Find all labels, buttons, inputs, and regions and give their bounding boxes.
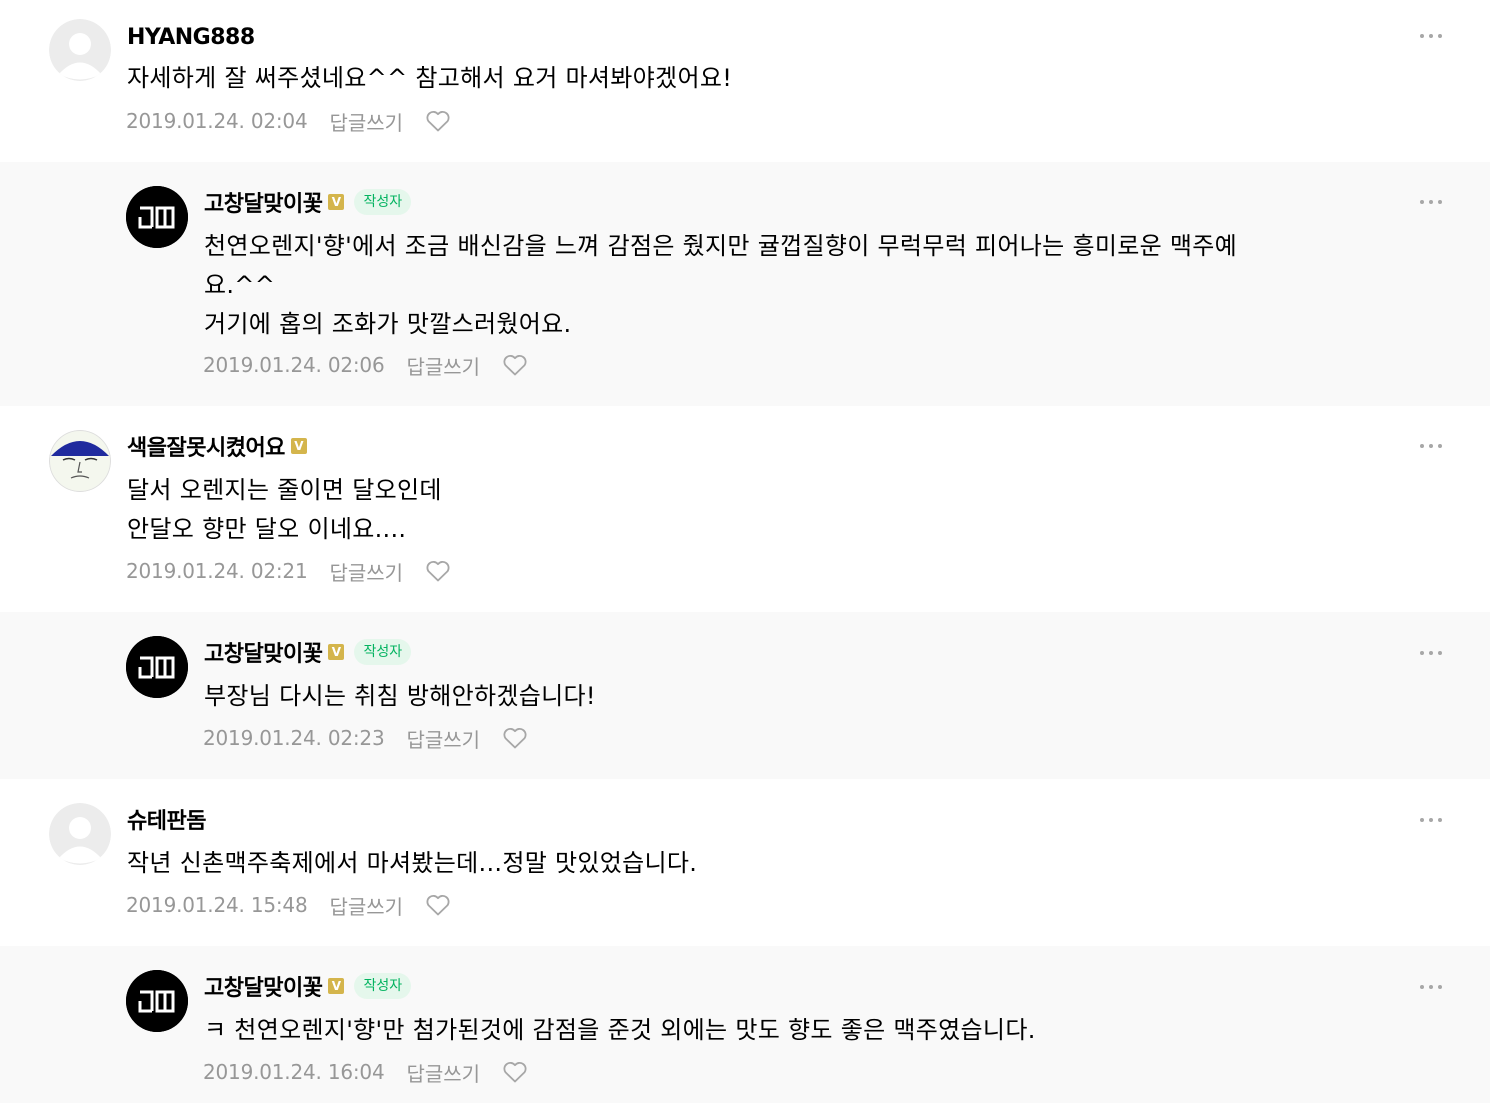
blog-logo[interactable] (126, 970, 188, 1032)
comment-author[interactable]: 슈테판돔 (127, 803, 206, 835)
more-options-icon[interactable] (1420, 648, 1444, 658)
verified-badge: V (328, 644, 345, 660)
comment-date: 2019.01.24. 02:23 (203, 726, 385, 750)
comment-author-row: 고창달맞이꽃 V 작성자 (204, 186, 412, 218)
heart-icon[interactable] (502, 1060, 528, 1084)
reply-comment-item: 고창달맞이꽃 V 작성자 천연오렌지'향'에서 조금 배신감을 느껴 감점은 줬… (0, 162, 1490, 406)
blog-logo[interactable] (126, 636, 188, 698)
comment-author-row: 고창달맞이꽃 V 작성자 (204, 970, 412, 1002)
post-author-badge: 작성자 (354, 639, 412, 665)
comment-meta: 2019.01.24. 16:04 답글쓰기 (203, 1057, 528, 1087)
more-options-icon[interactable] (1420, 815, 1444, 825)
more-options-icon[interactable] (1420, 982, 1444, 992)
heart-icon[interactable] (502, 353, 528, 377)
comment-author-row: HYANG888 (127, 22, 255, 52)
reply-button[interactable]: 답글쓰기 (329, 107, 403, 136)
comment-text: 천연오렌지'향'에서 조금 배신감을 느껴 감점은 줬지만 귤껍질향이 무럭무럭… (204, 232, 1238, 338)
comment-text: 작년 신촌맥주축제에서 마셔봤는데...정말 맛있었습니다. (127, 849, 698, 877)
comment-meta: 2019.01.24. 02:06 답글쓰기 (203, 350, 528, 380)
reply-button[interactable]: 답글쓰기 (406, 724, 480, 753)
heart-icon[interactable] (425, 893, 451, 917)
more-options-icon[interactable] (1420, 197, 1444, 207)
comment-list: HYANG888 자세하게 잘 써주셨네요^^ 참고해서 요거 마셔봐야겠어요!… (0, 0, 1490, 1103)
more-options-icon[interactable] (1420, 31, 1444, 41)
cartoon-face-avatar[interactable] (49, 430, 111, 492)
reply-comment-item: 고창달맞이꽃 V 작성자 ㅋ 천연오렌지'향'만 첨가된것에 감점을 준것 외에… (0, 946, 1490, 1103)
comment-date: 2019.01.24. 15:48 (126, 893, 308, 917)
comment-date: 2019.01.24. 02:06 (203, 353, 385, 377)
comment-text: ㅋ 천연오렌지'향'만 첨가된것에 감점을 준것 외에는 맛도 향도 좋은 맥주… (204, 1016, 1036, 1044)
comment-author[interactable]: 고창달맞이꽃 (204, 186, 323, 218)
comment-author-row: 슈테판돔 (127, 804, 206, 834)
comment-author-row: 고창달맞이꽃 V 작성자 (204, 636, 412, 668)
comment-item: 슈테판돔 작년 신촌맥주축제에서 마셔봤는데...정말 맛있었습니다. 2019… (0, 779, 1490, 946)
heart-icon[interactable] (425, 109, 451, 133)
comment-meta: 2019.01.24. 02:23 답글쓰기 (203, 723, 528, 753)
comment-meta: 2019.01.24. 15:48 답글쓰기 (126, 890, 451, 920)
reply-button[interactable]: 답글쓰기 (329, 891, 403, 920)
post-author-badge: 작성자 (354, 973, 412, 999)
verified-badge: V (328, 194, 345, 210)
comment-author-row: 색을잘못시켰어요 V (127, 431, 307, 461)
comment-item: HYANG888 자세하게 잘 써주셨네요^^ 참고해서 요거 마셔봐야겠어요!… (0, 0, 1490, 162)
comment-date: 2019.01.24. 02:21 (126, 559, 308, 583)
heart-icon[interactable] (425, 559, 451, 583)
heart-icon[interactable] (502, 726, 528, 750)
comment-text: 부장님 다시는 취침 방해안하겠습니다! (204, 682, 596, 710)
reply-button[interactable]: 답글쓰기 (329, 557, 403, 586)
comment-text: 달서 오렌지는 줄이면 달오인데 안달오 향만 달오 이네요.... (127, 476, 442, 543)
verified-badge: V (290, 438, 307, 454)
default-profile-icon[interactable] (49, 803, 111, 865)
post-author-badge: 작성자 (354, 189, 412, 215)
default-profile-icon[interactable] (49, 19, 111, 81)
comment-author[interactable]: 고창달맞이꽃 (204, 970, 323, 1002)
comment-item: 색을잘못시켰어요 V 달서 오렌지는 줄이면 달오인데 안달오 향만 달오 이네… (0, 406, 1490, 612)
reply-button[interactable]: 답글쓰기 (406, 1058, 480, 1087)
comment-text: 자세하게 잘 써주셨네요^^ 참고해서 요거 마셔봐야겠어요! (127, 64, 733, 92)
comment-author[interactable]: HYANG888 (127, 25, 255, 50)
blog-logo[interactable] (126, 186, 188, 248)
more-options-icon[interactable] (1420, 441, 1444, 451)
comment-author[interactable]: 고창달맞이꽃 (204, 636, 323, 668)
reply-button[interactable]: 답글쓰기 (406, 351, 480, 380)
comment-meta: 2019.01.24. 02:04 답글쓰기 (126, 106, 451, 136)
reply-comment-item: 고창달맞이꽃 V 작성자 부장님 다시는 취침 방해안하겠습니다! 2019.0… (0, 612, 1490, 779)
comment-author[interactable]: 색을잘못시켰어요 (127, 430, 285, 462)
verified-badge: V (328, 978, 345, 994)
comment-meta: 2019.01.24. 02:21 답글쓰기 (126, 556, 451, 586)
comment-date: 2019.01.24. 16:04 (203, 1060, 385, 1084)
comment-date: 2019.01.24. 02:04 (126, 109, 308, 133)
